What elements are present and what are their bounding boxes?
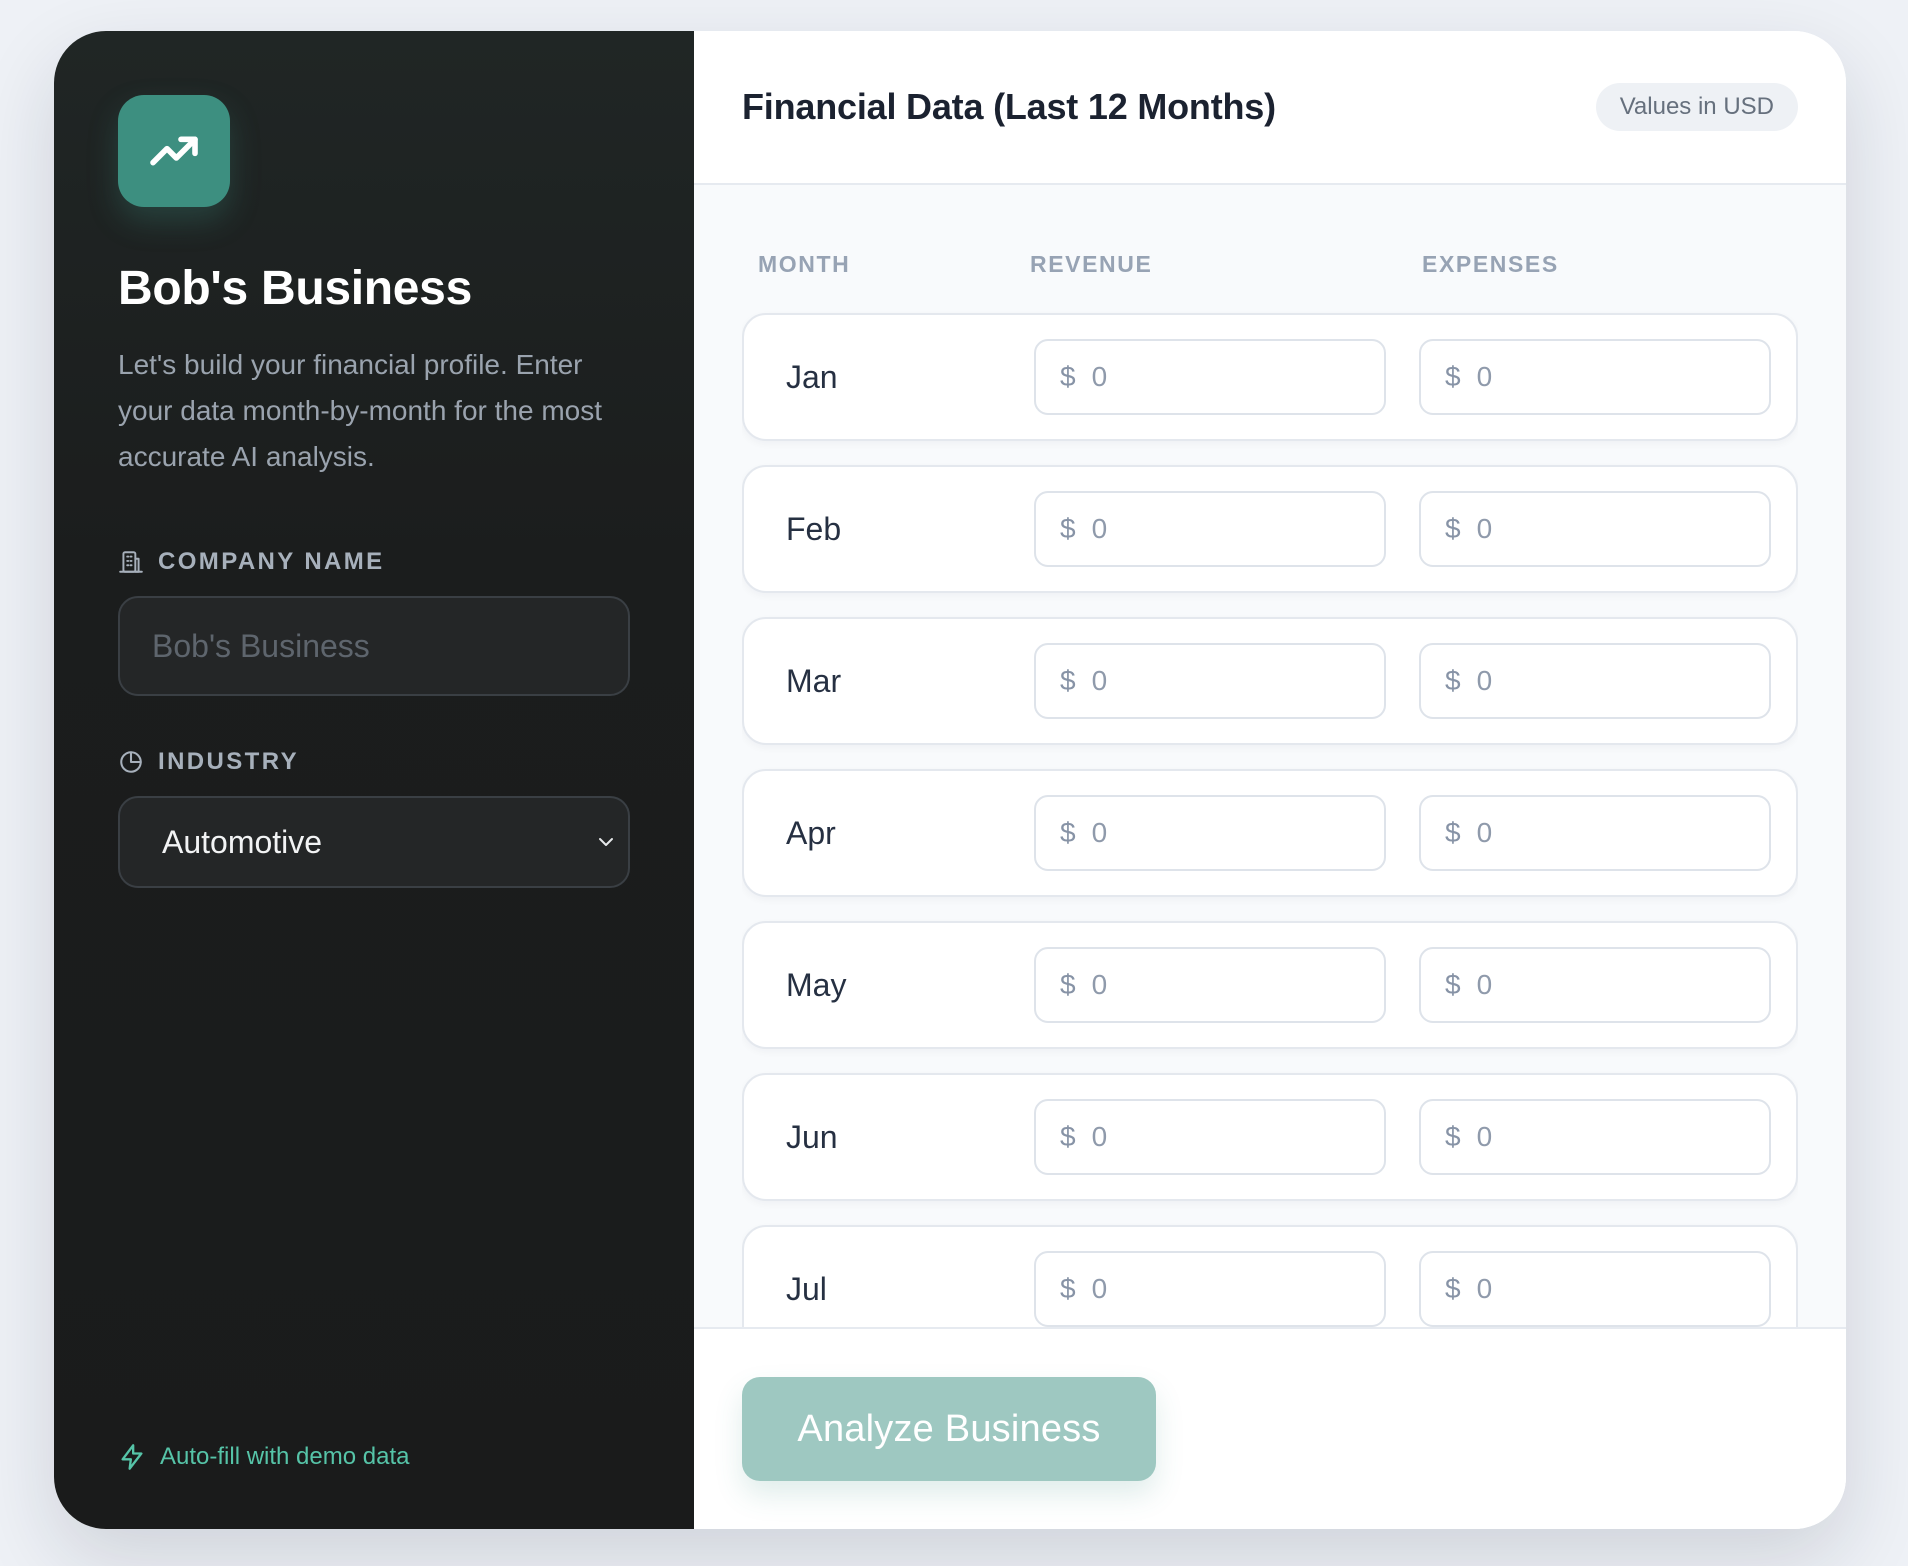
expenses-input[interactable]: $0 bbox=[1419, 491, 1771, 567]
company-name-input[interactable] bbox=[118, 596, 630, 696]
financial-data-panel: Financial Data (Last 12 Months) Values i… bbox=[694, 31, 1846, 1529]
currency-symbol: $ bbox=[1445, 1273, 1461, 1304]
currency-symbol: $ bbox=[1445, 1121, 1461, 1152]
revenue-value: 0 bbox=[1091, 817, 1108, 848]
currency-symbol: $ bbox=[1060, 1273, 1076, 1304]
column-header-expenses: EXPENSES bbox=[1422, 251, 1559, 277]
currency-symbol: $ bbox=[1060, 361, 1076, 392]
industry-selected-value: Automotive bbox=[162, 823, 323, 860]
autofill-demo-label: Auto-fill with demo data bbox=[160, 1443, 410, 1470]
expenses-value: 0 bbox=[1476, 817, 1493, 848]
revenue-value: 0 bbox=[1091, 513, 1108, 544]
panel-footer: Analyze Business bbox=[694, 1327, 1846, 1529]
panel-title: Financial Data (Last 12 Months) bbox=[742, 86, 1276, 127]
industry-select[interactable]: Automotive bbox=[118, 796, 630, 888]
expenses-input[interactable]: $0 bbox=[1419, 1251, 1771, 1327]
intro-text: Let's build your financial profile. Ente… bbox=[118, 349, 602, 472]
month-label: Jun bbox=[786, 1118, 838, 1155]
currency-symbol: $ bbox=[1060, 1121, 1076, 1152]
revenue-input[interactable]: $0 bbox=[1034, 643, 1386, 719]
month-row: Feb $0 $0 bbox=[742, 465, 1798, 593]
month-row: Apr $0 $0 bbox=[742, 769, 1798, 897]
expenses-input[interactable]: $0 bbox=[1419, 1099, 1771, 1175]
currency-badge: Values in USD bbox=[1595, 83, 1798, 131]
expenses-input[interactable]: $0 bbox=[1419, 643, 1771, 719]
expenses-value: 0 bbox=[1476, 361, 1493, 392]
logo-badge bbox=[118, 95, 230, 207]
expenses-value: 0 bbox=[1476, 969, 1493, 1000]
analyze-business-button[interactable]: Analyze Business bbox=[742, 1377, 1156, 1481]
revenue-value: 0 bbox=[1091, 665, 1108, 696]
currency-symbol: $ bbox=[1060, 817, 1076, 848]
month-label: Apr bbox=[786, 814, 836, 851]
autofill-demo-link[interactable]: Auto-fill with demo data bbox=[118, 1443, 409, 1471]
column-header-month: MONTH bbox=[758, 251, 851, 277]
column-header-revenue: REVENUE bbox=[1030, 251, 1153, 277]
revenue-value: 0 bbox=[1091, 969, 1108, 1000]
panel-header: Financial Data (Last 12 Months) Values i… bbox=[694, 31, 1846, 185]
currency-symbol: $ bbox=[1060, 513, 1076, 544]
expenses-input[interactable]: $0 bbox=[1419, 947, 1771, 1023]
expenses-value: 0 bbox=[1476, 665, 1493, 696]
expenses-input[interactable]: $0 bbox=[1419, 339, 1771, 415]
month-label: Jan bbox=[786, 358, 838, 395]
currency-symbol: $ bbox=[1445, 665, 1461, 696]
currency-symbol: $ bbox=[1445, 513, 1461, 544]
currency-symbol: $ bbox=[1445, 817, 1461, 848]
app-card: Bob's Business Let's build your financia… bbox=[54, 31, 1846, 1529]
revenue-value: 0 bbox=[1091, 1273, 1108, 1304]
month-label: Mar bbox=[786, 662, 842, 699]
month-row: Mar $0 $0 bbox=[742, 617, 1798, 745]
month-row: May $0 $0 bbox=[742, 921, 1798, 1049]
month-label: Feb bbox=[786, 510, 842, 547]
company-name-label-text: COMPANY NAME bbox=[158, 548, 385, 575]
building-icon bbox=[119, 551, 143, 573]
month-row: Jan $0 $0 bbox=[742, 313, 1798, 441]
chevron-down-icon bbox=[599, 838, 613, 846]
month-rows[interactable]: Jan $0 $0 Feb $0 $0 Mar $0 $0 Apr $0 $0 … bbox=[742, 281, 1798, 1359]
table-header: MONTH REVENUE EXPENSES bbox=[694, 251, 1846, 281]
revenue-value: 0 bbox=[1091, 1121, 1108, 1152]
revenue-input[interactable]: $0 bbox=[1034, 491, 1386, 567]
company-name-label: COMPANY NAME bbox=[118, 548, 630, 576]
currency-symbol: $ bbox=[1445, 969, 1461, 1000]
lightning-icon bbox=[121, 1444, 143, 1470]
industry-label: INDUSTRY bbox=[118, 748, 630, 776]
business-title: Bob's Business bbox=[118, 262, 472, 315]
expenses-value: 0 bbox=[1476, 513, 1493, 544]
industry-label-text: INDUSTRY bbox=[158, 748, 299, 775]
currency-symbol: $ bbox=[1060, 665, 1076, 696]
revenue-input[interactable]: $0 bbox=[1034, 795, 1386, 871]
expenses-input[interactable]: $0 bbox=[1419, 795, 1771, 871]
expenses-value: 0 bbox=[1476, 1273, 1493, 1304]
month-label: May bbox=[786, 966, 847, 1003]
revenue-value: 0 bbox=[1091, 361, 1108, 392]
pie-chart-icon bbox=[120, 751, 142, 773]
currency-symbol: $ bbox=[1445, 361, 1461, 392]
trending-up-icon bbox=[150, 136, 198, 166]
revenue-input[interactable]: $0 bbox=[1034, 1099, 1386, 1175]
sidebar: Bob's Business Let's build your financia… bbox=[54, 31, 694, 1529]
currency-symbol: $ bbox=[1060, 969, 1076, 1000]
expenses-value: 0 bbox=[1476, 1121, 1493, 1152]
revenue-input[interactable]: $0 bbox=[1034, 339, 1386, 415]
month-row: Jun $0 $0 bbox=[742, 1073, 1798, 1201]
revenue-input[interactable]: $0 bbox=[1034, 1251, 1386, 1327]
revenue-input[interactable]: $0 bbox=[1034, 947, 1386, 1023]
